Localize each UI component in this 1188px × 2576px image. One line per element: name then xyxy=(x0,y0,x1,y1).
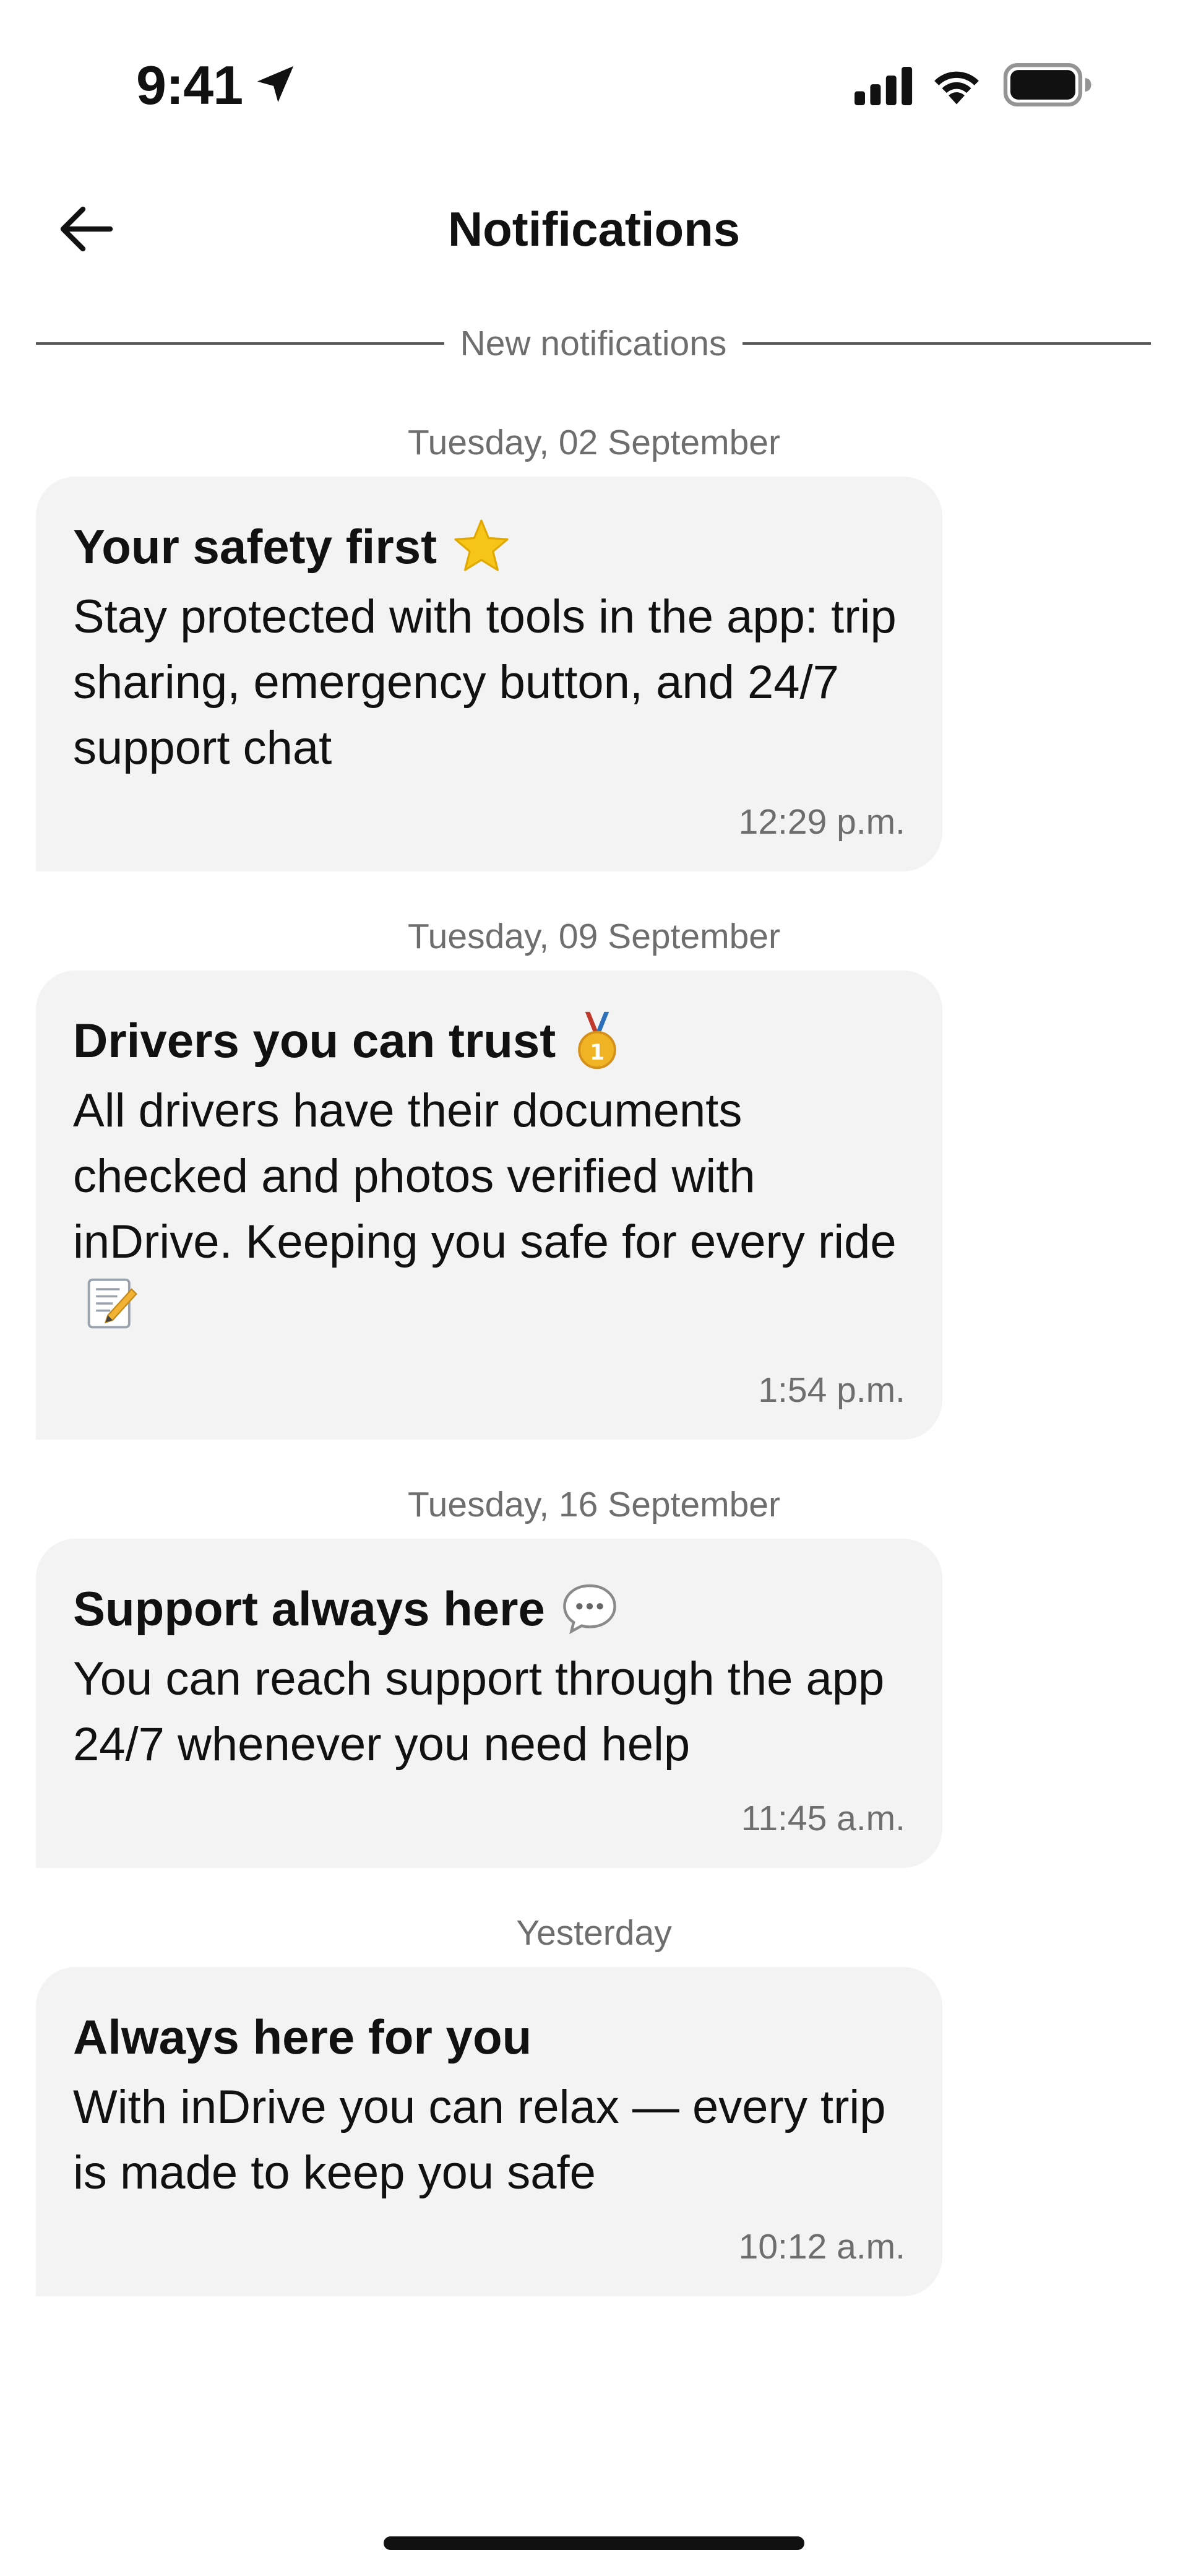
notification-card[interactable]: Support always here You can reach suppor… xyxy=(36,1539,942,1868)
location-arrow-icon xyxy=(257,66,294,103)
signal-icon xyxy=(854,67,913,105)
home-indicator[interactable] xyxy=(384,2536,804,2550)
page-title: Notifications xyxy=(447,202,741,256)
star-icon xyxy=(452,518,511,575)
date-label: Yesterday xyxy=(516,1913,672,1953)
date-label: Tuesday, 02 September xyxy=(407,423,780,462)
notification-card[interactable]: Always here for you With inDrive you can… xyxy=(36,1967,942,2296)
notification-title-text: Drivers you can trust xyxy=(73,1013,556,1068)
notification-title: Support always here xyxy=(73,1575,905,1643)
notification-body: With inDrive you can relax — every trip … xyxy=(73,2081,886,2199)
status-time: 9:41 xyxy=(136,54,243,116)
notification-body: All drivers have their documents checked… xyxy=(73,1078,905,1349)
notification-title-text: Support always here xyxy=(73,1581,545,1636)
notification-body: Stay protected with tools in the app: tr… xyxy=(73,590,897,774)
notification-body: You can reach support through the app 24… xyxy=(73,1653,885,1771)
date-label: Tuesday, 16 September xyxy=(407,1485,780,1524)
date-label: Tuesday, 09 September xyxy=(407,917,780,956)
svg-text:1: 1 xyxy=(590,1040,605,1065)
notification-body-text: All drivers have their documents checked… xyxy=(73,1084,897,1268)
medal-icon: 1 xyxy=(570,1009,624,1071)
notification-title: Your safety first xyxy=(73,512,905,581)
divider-label: New notifications xyxy=(460,324,727,363)
notification-time: 10:12 a.m. xyxy=(738,2227,905,2267)
notification-time: 12:29 p.m. xyxy=(738,802,905,842)
notification-title-text: Always here for you xyxy=(73,2010,532,2064)
battery-icon xyxy=(1003,63,1091,106)
speech-bubble-icon xyxy=(560,1581,619,1636)
notification-card[interactable]: Your safety first Stay protected with to… xyxy=(36,477,942,871)
new-notifications-divider: New notifications xyxy=(36,322,1151,365)
notification-title: Drivers you can trust 1 xyxy=(73,1006,905,1074)
notification-feed: Tuesday, 02 September Your safety first … xyxy=(0,408,1188,2327)
notification-card[interactable]: Drivers you can trust 1 All drivers have… xyxy=(36,970,942,1440)
notification-title: Always here for you xyxy=(73,2003,905,2071)
memo-icon xyxy=(84,1275,141,1349)
notification-title-text: Your safety first xyxy=(73,519,437,574)
status-bar: 9:41 xyxy=(0,0,1188,179)
notification-time: 11:45 a.m. xyxy=(741,1799,905,1838)
notification-time: 1:54 p.m. xyxy=(758,1370,905,1410)
divider-line-left xyxy=(36,342,444,345)
wifi-icon xyxy=(934,71,979,105)
divider-line-right xyxy=(742,342,1151,345)
header: Notifications xyxy=(0,179,1188,279)
